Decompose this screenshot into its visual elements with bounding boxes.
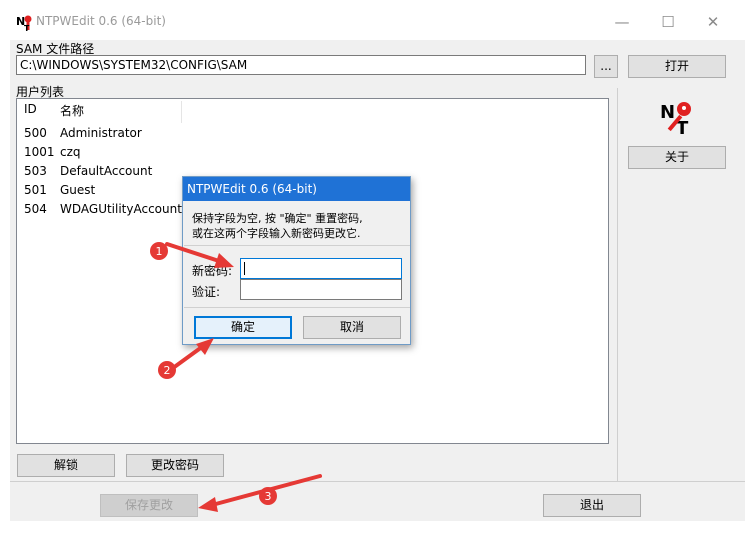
svg-text:N: N xyxy=(660,102,675,123)
save-changes-button[interactable]: 保存更改 xyxy=(100,494,198,517)
user-id: 503 xyxy=(24,164,47,178)
dialog-message-line: 或在这两个字段输入新密码更改它. xyxy=(192,227,361,240)
minimize-icon[interactable]: — xyxy=(607,10,637,34)
nt-key-logo-icon: N T xyxy=(660,102,691,136)
user-id: 500 xyxy=(24,126,47,140)
new-password-label: 新密码: xyxy=(192,264,233,278)
text-caret xyxy=(244,262,245,275)
maximize-icon[interactable]: ☐ xyxy=(653,10,683,34)
user-name: DefaultAccount xyxy=(60,164,153,178)
column-header-id[interactable]: ID xyxy=(24,102,37,116)
user-name: WDAGUtilityAccount xyxy=(60,202,182,216)
dialog-divider xyxy=(184,307,410,308)
list-item[interactable]: 500 Administrator xyxy=(17,126,607,145)
verify-password-label: 验证: xyxy=(192,285,221,299)
user-id: 504 xyxy=(24,202,47,216)
password-dialog: NTPWEdit 0.6 (64-bit) 保持字段为空, 按 "确定" 重置密… xyxy=(182,176,411,345)
user-id: 1001 xyxy=(24,145,55,159)
unlock-button[interactable]: 解锁 xyxy=(17,454,115,477)
sam-path-field[interactable]: C:\WINDOWS\SYSTEM32\CONFIG\SAM xyxy=(16,55,586,75)
column-header-name[interactable]: 名称 xyxy=(60,102,84,119)
title-bar: N T NTPWEdit 0.6 (64-bit) — ☐ ✕ xyxy=(0,0,753,40)
dialog-divider xyxy=(184,245,410,246)
user-id: 501 xyxy=(24,183,47,197)
list-item[interactable]: 1001 czq xyxy=(17,145,607,164)
horizontal-divider xyxy=(10,481,745,482)
window-title: NTPWEdit 0.6 (64-bit) xyxy=(36,14,166,28)
open-button[interactable]: 打开 xyxy=(628,55,726,78)
ok-button[interactable]: 确定 xyxy=(194,316,292,339)
change-password-button[interactable]: 更改密码 xyxy=(126,454,224,477)
verify-password-field[interactable] xyxy=(240,279,402,300)
dialog-message: 保持字段为空, 按 "确定" 重置密码, 或在这两个字段输入新密码更改它. xyxy=(192,211,402,241)
ntpwedit-app-icon: N T xyxy=(16,15,32,32)
dialog-title: NTPWEdit 0.6 (64-bit) xyxy=(183,177,410,201)
exit-button[interactable]: 退出 xyxy=(543,494,641,517)
cancel-button[interactable]: 取消 xyxy=(303,316,401,339)
svg-text:T: T xyxy=(24,24,30,32)
user-name: czq xyxy=(60,145,81,159)
column-divider xyxy=(181,101,182,123)
dialog-message-line: 保持字段为空, 按 "确定" 重置密码, xyxy=(192,212,363,225)
user-name: Administrator xyxy=(60,126,142,140)
browse-button[interactable]: ... xyxy=(594,55,618,78)
new-password-field[interactable] xyxy=(240,258,402,279)
close-icon[interactable]: ✕ xyxy=(698,10,728,34)
vertical-divider xyxy=(617,88,618,481)
about-button[interactable]: 关于 xyxy=(628,146,726,169)
user-name: Guest xyxy=(60,183,96,197)
